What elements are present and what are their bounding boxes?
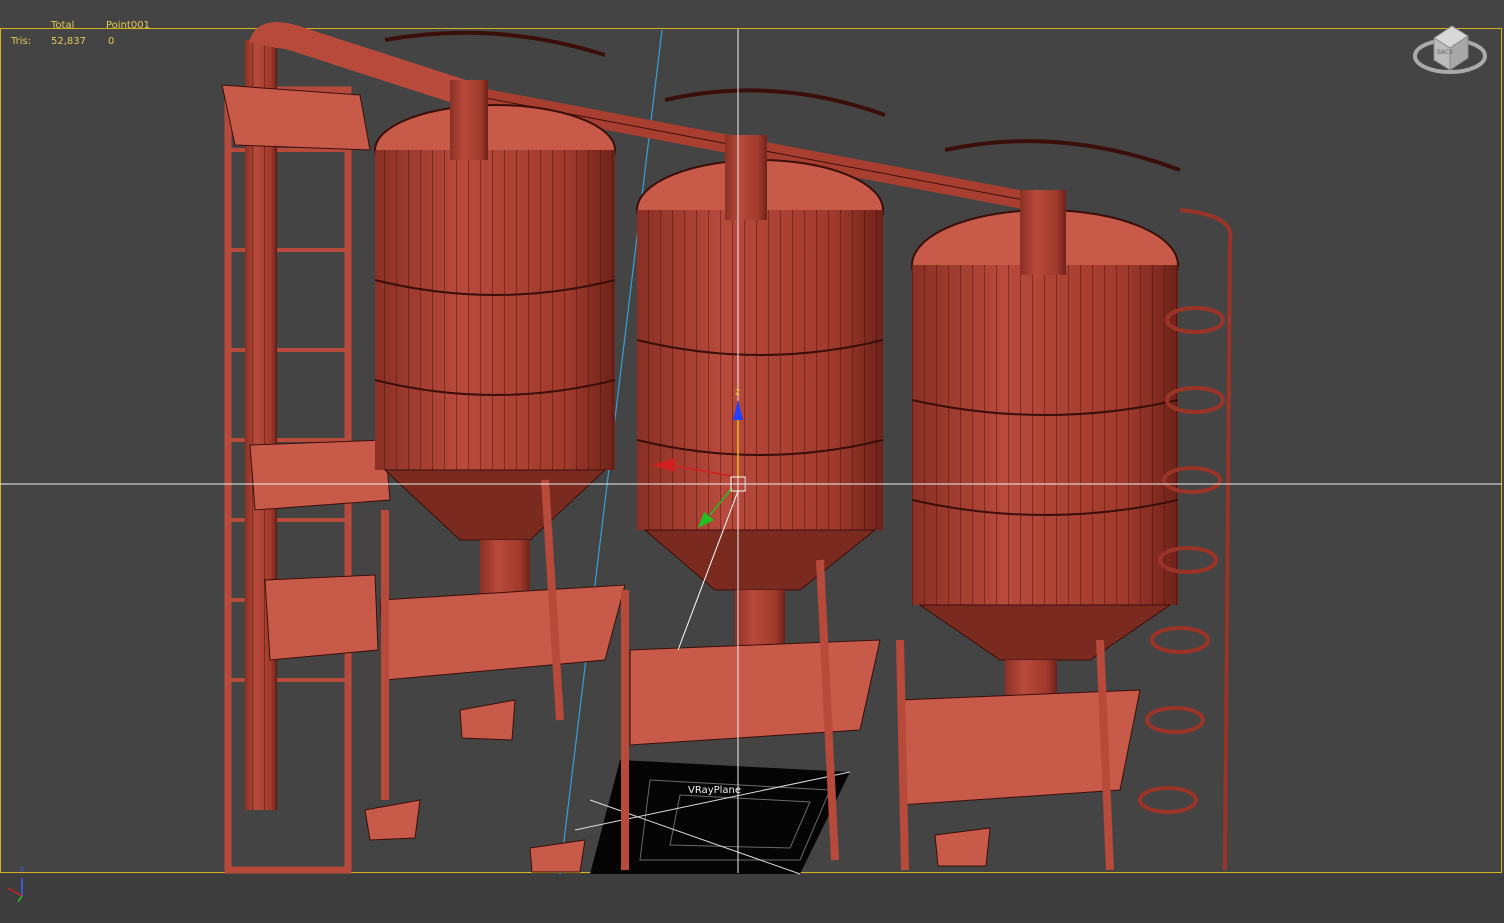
- viewcube[interactable]: BACK: [1412, 18, 1490, 78]
- gizmo-z-label: z: [735, 387, 740, 398]
- silo-right[interactable]: [896, 139, 1233, 871]
- viewport-scene[interactable]: z: [0, 0, 1504, 923]
- stats-tris-total: 52,837: [51, 36, 86, 47]
- stats-header-object: Point001: [106, 20, 150, 31]
- stats-row-label: Tris:: [11, 36, 32, 47]
- object-name-label: VRayPlane: [688, 785, 742, 796]
- axis-tripod: z: [7, 865, 24, 903]
- stats-header-total: Total: [51, 20, 75, 31]
- silo-left[interactable]: [364, 30, 626, 841]
- stats-tris-object: 0: [108, 36, 115, 47]
- viewcube-face-label: BACK: [1437, 49, 1454, 56]
- svg-text:z: z: [20, 865, 24, 873]
- vray-plane[interactable]: [574, 760, 851, 875]
